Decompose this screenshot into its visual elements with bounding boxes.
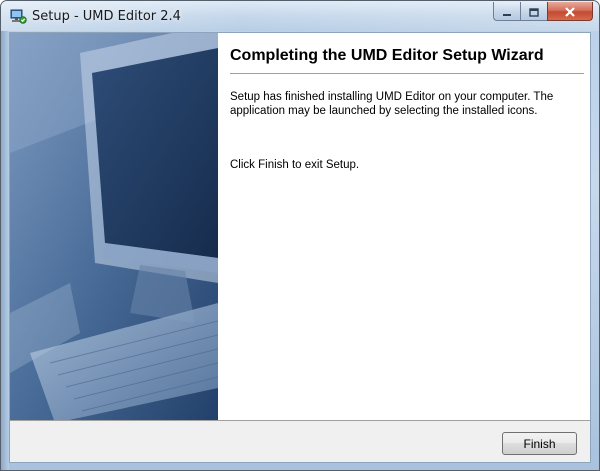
finish-button[interactable]: Finish (502, 432, 577, 455)
finish-message: Setup has finished installing UMD Editor… (230, 91, 554, 117)
minimize-icon (502, 2, 512, 21)
close-button[interactable] (547, 2, 593, 21)
setup-computer-icon[interactable] (9, 8, 27, 26)
heading-divider (230, 73, 584, 74)
wizard-content: Completing the UMD Editor Setup Wizard S… (218, 33, 590, 420)
close-icon (564, 2, 576, 21)
wizard-footer: Finish (10, 420, 590, 462)
exit-instruction: Click Finish to exit Setup. (230, 159, 360, 171)
window-title: Setup - UMD Editor 2.4 (32, 9, 181, 24)
wizard-side-image (10, 33, 218, 420)
wizard-computer-artwork (10, 33, 218, 420)
minimize-button[interactable] (493, 2, 520, 21)
maximize-button[interactable] (520, 2, 547, 21)
title-bar[interactable]: Setup - UMD Editor 2.4 (1, 1, 599, 31)
caption-buttons (493, 2, 593, 22)
wizard-client-area: Completing the UMD Editor Setup Wizard S… (9, 32, 591, 463)
window-frame-edge (1, 31, 9, 470)
setup-window: Setup - UMD Editor 2.4 Completing the UM… (0, 0, 600, 471)
wizard-heading: Completing the UMD Editor Setup Wizard (230, 47, 544, 64)
maximize-icon (529, 2, 539, 21)
